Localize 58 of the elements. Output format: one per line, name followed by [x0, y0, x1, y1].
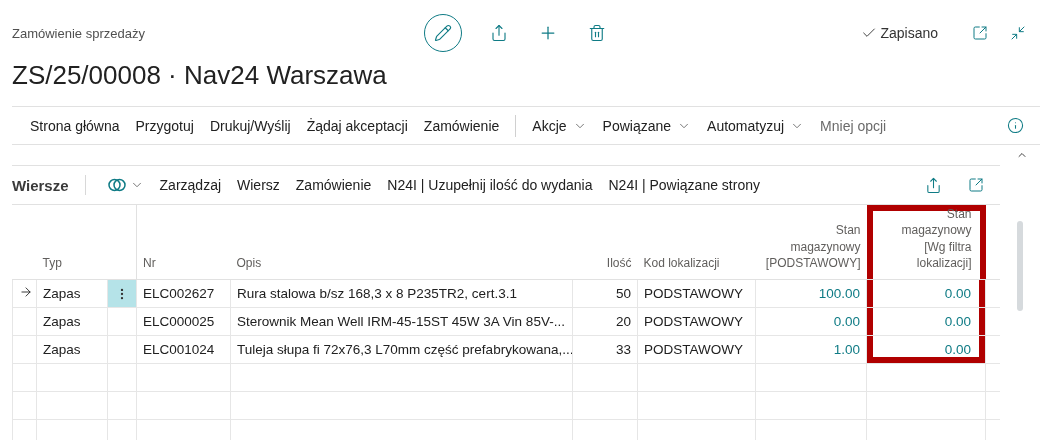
saved-status: Zapisano: [880, 25, 938, 41]
table-cell: Zapas: [36, 279, 108, 308]
toolbar-action[interactable]: N24I | Powiązane strony: [600, 173, 768, 197]
action-menu-item[interactable]: Zamówienie: [415, 113, 508, 138]
info-button[interactable]: [1005, 115, 1026, 136]
page-title: ZS/25/00008 · Nav24 Warszawa: [12, 59, 388, 92]
table-cell: Zapas: [36, 335, 108, 364]
table-cell: ELC000025: [143, 314, 215, 329]
cell-link[interactable]: 1.00: [833, 342, 860, 357]
table-cell: PODSTAWOWY: [644, 342, 743, 357]
action-menu-item[interactable]: Powiązane: [594, 113, 700, 138]
table-cell: Tuleja słupa fi 72x76,3 L70mm część prefabrykowana,...: [237, 342, 572, 357]
toolbar-action[interactable]: N24I | Uzupełnij ilość do wydania: [379, 173, 601, 197]
column-header: Nr: [136, 205, 231, 280]
table-cell: ELC002627: [143, 286, 215, 301]
action-menu-item[interactable]: Drukuj/Wyślij: [201, 113, 299, 138]
share-icon: [490, 24, 508, 42]
table-cell: ELC001024: [143, 342, 215, 357]
open-new-window-button[interactable]: [970, 23, 990, 43]
table-cell: 20: [615, 314, 631, 329]
pencil-icon: [434, 24, 452, 42]
toolbar-action[interactable]: Zamówienie: [287, 173, 380, 197]
page-caption: Zamówienie sprzedaży: [12, 25, 146, 41]
table-cell: Sterownik Mean Well IRM-45-15ST 45W 3A Vin 85V-...: [237, 314, 565, 329]
table-cell: PODSTAWOWY: [644, 286, 743, 301]
toolbar-action[interactable]: Zarządzaj: [151, 173, 230, 197]
cell-link[interactable]: 0.00: [833, 314, 860, 329]
table-cell: 33: [615, 342, 631, 357]
section-title: Wiersze: [12, 176, 70, 194]
action-menu-item[interactable]: Strona główna: [22, 113, 128, 138]
info-icon: [1007, 117, 1024, 134]
cell-link[interactable]: 100.00: [818, 286, 860, 301]
column-header: Kod lokalizacji: [637, 205, 756, 280]
open-external-icon: [972, 25, 988, 41]
action-menu-item[interactable]: Automatyzuj: [699, 113, 813, 138]
column-header: Stan magazynowy [PODSTAWOWY]: [755, 205, 867, 280]
cell-link[interactable]: 0.00: [944, 286, 971, 301]
table-cell: 50: [615, 286, 631, 301]
open-external-icon: [968, 177, 984, 193]
table-cell: Zapas: [36, 307, 108, 336]
table-cell: Rura stalowa b/sz 168,3 x 8 P235TR2, cert.3.1: [237, 286, 517, 301]
cell-link[interactable]: 0.00: [944, 314, 971, 329]
toolbar-action[interactable]: Wiersz: [229, 173, 288, 197]
cell-link[interactable]: 0.00: [944, 342, 971, 357]
action-menu-item[interactable]: Mniej opcji: [812, 113, 895, 138]
minimize-icon: [1010, 25, 1026, 41]
action-menu-item[interactable]: Przygotuj: [127, 113, 202, 138]
scrollbar-thumb[interactable]: [1017, 221, 1023, 311]
action-menu-item[interactable]: Akcje: [524, 113, 595, 138]
column-header: Stan magazynowy [Wg filtra lokalizacji]: [866, 205, 986, 280]
action-menu-item[interactable]: Żądaj akceptacji: [298, 113, 416, 138]
table-cell: PODSTAWOWY: [644, 314, 743, 329]
column-header: Opis: [230, 205, 573, 280]
column-header: Ilość: [572, 205, 638, 280]
share-icon: [925, 176, 942, 194]
column-header: Typ: [36, 205, 108, 280]
trash-icon: [588, 24, 606, 42]
edit-button[interactable]: [424, 14, 462, 52]
